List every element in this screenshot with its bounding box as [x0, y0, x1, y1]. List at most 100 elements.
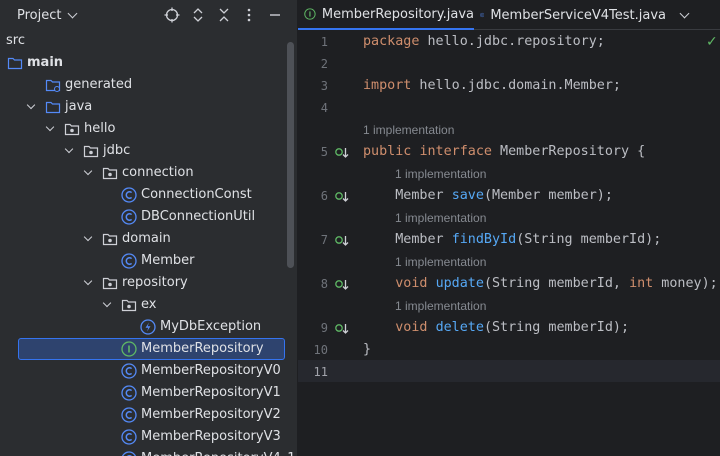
tree-item-label: DBConnectionUtil [141, 209, 256, 224]
class-icon [121, 253, 137, 269]
chevron-down-icon[interactable] [64, 144, 74, 154]
class-icon [121, 407, 137, 423]
chevron-down-icon[interactable] [26, 100, 36, 110]
code-line[interactable]: Member save(Member member); [363, 185, 613, 207]
tree-item-label: java [65, 99, 93, 114]
tab-label: MemberRepository.java [321, 6, 474, 22]
keyword: int [629, 276, 654, 291]
tree-item-java[interactable]: java [0, 96, 288, 118]
line-number: 9 [320, 321, 328, 335]
tree-item-jdbc[interactable]: jdbc [0, 140, 288, 162]
chevron-down-icon[interactable] [83, 232, 93, 242]
package-icon [102, 165, 118, 181]
tree-item-repository[interactable]: repository [0, 272, 288, 294]
keyword: package [363, 34, 420, 49]
tree-item-hello[interactable]: hello [0, 118, 288, 140]
code-text: (Member member); [483, 188, 613, 203]
tree-item-memberrepositoryv0[interactable]: MemberRepositoryV0 [0, 360, 288, 382]
implementation-hint[interactable]: 1 implementation [363, 123, 454, 137]
class-icon [480, 12, 485, 18]
implementation-hint[interactable]: 1 implementation [395, 255, 486, 269]
code-line[interactable]: public interface MemberRepository { [363, 141, 645, 163]
chevron-down-icon[interactable] [679, 8, 690, 19]
generated-folder-icon [45, 77, 61, 93]
tree-item-label: MemberRepositoryV1 [141, 385, 281, 400]
code-line[interactable]: void delete(String memberId); [363, 317, 629, 339]
line-number: 7 [320, 233, 328, 247]
chevron-down-icon[interactable] [102, 298, 112, 308]
code-line[interactable]: void update(String memberId, int money); [363, 273, 718, 295]
interface-icon [121, 341, 137, 357]
line-number: 8 [320, 277, 328, 291]
collapse-all-icon[interactable] [214, 5, 234, 25]
implementation-hint[interactable]: 1 implementation [395, 299, 486, 313]
code-text: hello.jdbc.repository; [419, 34, 605, 49]
tree-item-connectionconst[interactable]: ConnectionConst [0, 184, 288, 206]
tree-item-memberrepositoryv2[interactable]: MemberRepositoryV2 [0, 404, 288, 426]
tree-item-memberrepositoryv4_1[interactable]: MemberRepositoryV4_1 [0, 448, 296, 456]
go-to-implementation-icon[interactable] [334, 190, 350, 204]
code-line[interactable]: } [363, 339, 371, 361]
chevron-down-icon[interactable] [83, 276, 93, 286]
project-title: Project [17, 7, 62, 23]
minimize-icon[interactable] [265, 5, 285, 25]
locate-icon[interactable] [162, 5, 182, 25]
go-to-implementation-icon[interactable] [334, 146, 350, 160]
code-text: Member [363, 188, 452, 203]
tree-item-label: MemberRepository [141, 341, 264, 356]
editor: MemberRepository.java MemberServiceV4Tes… [298, 0, 720, 456]
class-icon [121, 429, 137, 445]
code-text: Member [363, 232, 452, 247]
chevron-down-icon[interactable] [45, 122, 55, 132]
editor-tabs: MemberRepository.java MemberServiceV4Tes… [298, 0, 720, 30]
keyword: interface [419, 144, 492, 159]
tree-item-connection[interactable]: connection [0, 162, 288, 184]
line-number: 10 [313, 343, 328, 357]
source-folder-icon [7, 55, 23, 71]
class-icon [121, 385, 137, 401]
go-to-implementation-icon[interactable] [334, 278, 350, 292]
code-line[interactable]: package hello.jdbc.repository; [363, 31, 605, 53]
expand-all-icon[interactable] [188, 5, 208, 25]
code-text: } [363, 342, 372, 357]
tree-item-memberrepository[interactable]: MemberRepository [0, 338, 288, 360]
tree-item-label: connection [122, 165, 194, 180]
tree-item-generated[interactable]: generated [0, 74, 288, 96]
keyword: void [395, 276, 428, 291]
tree-item-label: generated [65, 77, 133, 92]
tree-item-memberrepositoryv3[interactable]: MemberRepositoryV3 [0, 426, 288, 448]
more-options-icon[interactable] [239, 5, 259, 25]
tree-item-label: domain [122, 231, 171, 246]
tab-member-repository[interactable]: MemberRepository.java [298, 0, 474, 30]
line-number: 6 [320, 189, 328, 203]
implementation-hint[interactable]: 1 implementation [395, 167, 486, 181]
checkmark-icon[interactable]: ✓ [706, 34, 718, 50]
tree-item-label: main [27, 55, 64, 70]
tab-member-service-test[interactable]: MemberServiceV4Test.java [480, 0, 666, 30]
tree-item-ex[interactable]: ex [0, 294, 288, 316]
method-name: save [451, 188, 484, 203]
interface-icon [304, 8, 316, 20]
tree-item-memberrepositoryv1[interactable]: MemberRepositoryV1 [0, 382, 288, 404]
tree-item-main[interactable]: main [0, 52, 288, 74]
code-text: (String memberId, [483, 276, 630, 291]
tree-item-domain[interactable]: domain [0, 228, 288, 250]
code-text: (String memberId); [516, 232, 662, 247]
tree-item-member[interactable]: Member [0, 250, 288, 272]
tree-item-label: MemberRepositoryV4_1 [141, 451, 296, 456]
code-line[interactable]: import hello.jdbc.domain.Member; [363, 75, 621, 97]
line-number: 11 [313, 365, 328, 379]
code-line[interactable]: Member findById(String memberId); [363, 229, 661, 251]
tree-scrollbar[interactable] [287, 42, 294, 268]
chevron-down-icon[interactable] [68, 8, 78, 18]
tree-item-dbconnectionutil[interactable]: DBConnectionUtil [0, 206, 288, 228]
keyword: void [395, 320, 428, 335]
chevron-down-icon[interactable] [83, 166, 93, 176]
go-to-implementation-icon[interactable] [334, 234, 350, 248]
tree-item-src[interactable]: src [0, 30, 288, 52]
package-icon [102, 275, 118, 291]
go-to-implementation-icon[interactable] [334, 322, 350, 336]
tree-item-mydbexception[interactable]: MyDbException [0, 316, 288, 338]
implementation-hint[interactable]: 1 implementation [395, 211, 486, 225]
tree-item-label: jdbc [103, 143, 131, 158]
